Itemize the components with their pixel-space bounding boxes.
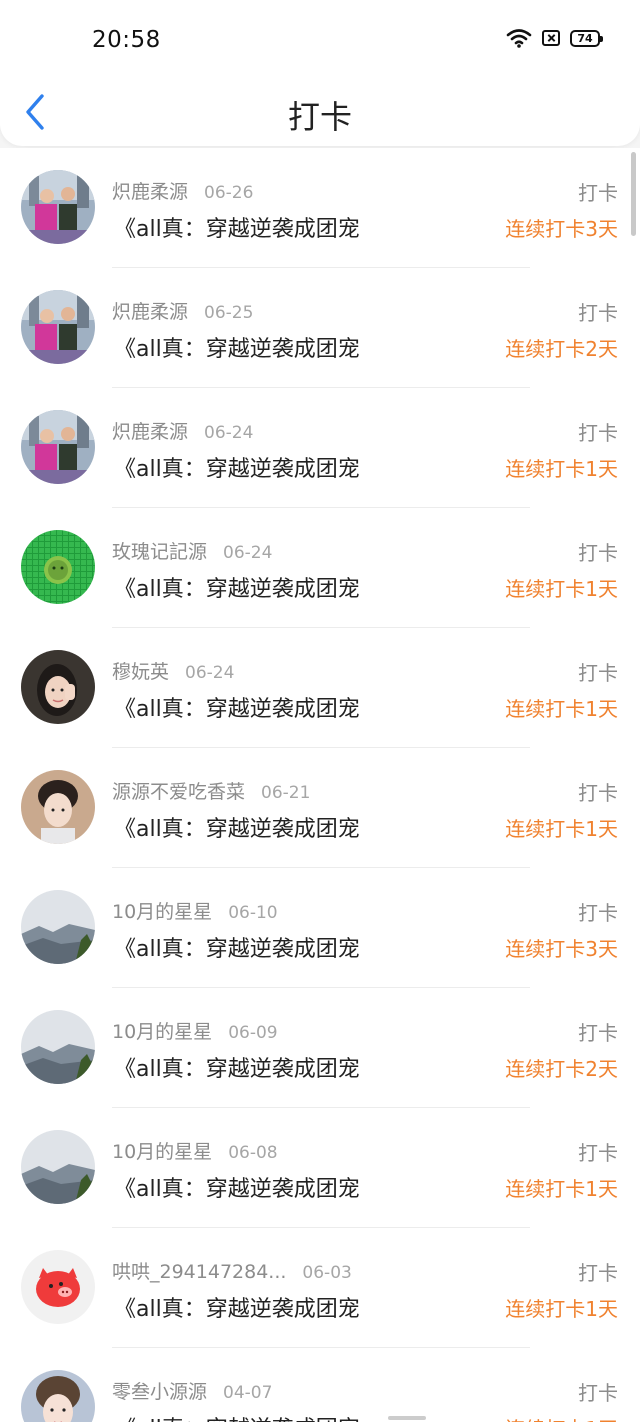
user-name-text: 玫瑰记記源 <box>112 541 208 563</box>
book-title[interactable]: 《all真：穿越逆袭成团宠 <box>114 1291 360 1323</box>
streak-label: 连续打卡1天 <box>505 1413 618 1422</box>
book-title[interactable]: 《all真：穿越逆袭成团宠 <box>114 331 360 363</box>
user-name: 炽鹿柔源 06-24 <box>112 417 253 444</box>
avatar[interactable] <box>21 1010 95 1084</box>
book-title[interactable]: 《all真：穿越逆袭成团宠 <box>114 1171 360 1203</box>
action-label: 打卡 <box>578 421 618 445</box>
list-item[interactable]: 10月的星星 06-08 《all真：穿越逆袭成团宠 打卡 连续打卡1天 <box>0 1108 640 1228</box>
streak-label: 连续打卡2天 <box>505 337 618 361</box>
action-label: 打卡 <box>578 301 618 325</box>
avatar[interactable] <box>21 1370 95 1422</box>
book-title[interactable]: 《all真：穿越逆袭成团宠 <box>114 571 360 603</box>
streak-label: 连续打卡1天 <box>505 697 618 721</box>
book-title[interactable]: 《all真：穿越逆袭成团宠 <box>114 811 360 843</box>
status-time: 20:58 <box>92 27 161 53</box>
action-label: 打卡 <box>578 181 618 205</box>
list-item[interactable]: 源源不爱吃香菜 06-21 《all真：穿越逆袭成团宠 打卡 连续打卡1天 <box>0 748 640 868</box>
avatar[interactable] <box>21 530 95 604</box>
page-title: 打卡 <box>287 98 352 136</box>
book-title[interactable]: 《all真：穿越逆袭成团宠 <box>114 931 360 963</box>
user-name: 10月的星星 06-08 <box>112 1137 278 1164</box>
checkin-date: 06-09 <box>228 1023 278 1043</box>
user-name: 哄哄_294147284... 06-03 <box>112 1257 352 1284</box>
checkin-date: 06-24 <box>204 423 254 443</box>
list-item[interactable]: 炽鹿柔源 06-24 《all真：穿越逆袭成团宠 打卡 连续打卡1天 <box>0 388 640 508</box>
avatar[interactable] <box>21 290 95 364</box>
checkin-date: 06-24 <box>185 663 235 683</box>
battery-icon: 74 <box>570 29 603 47</box>
streak-label: 连续打卡1天 <box>505 1297 618 1321</box>
home-indicator[interactable] <box>388 1416 426 1420</box>
book-title[interactable]: 《all真：穿越逆袭成团宠 <box>114 1411 360 1422</box>
user-name: 10月的星星 06-10 <box>112 897 278 924</box>
checkin-date: 06-25 <box>204 303 254 323</box>
avatar[interactable] <box>21 650 95 724</box>
user-name: 零叁小源源 04-07 <box>112 1377 272 1404</box>
book-title[interactable]: 《all真：穿越逆袭成团宠 <box>114 691 360 723</box>
user-name-text: 源源不爱吃香菜 <box>112 781 246 803</box>
action-label: 打卡 <box>578 1261 618 1285</box>
list-item[interactable]: 穆妧英 06-24 《all真：穿越逆袭成团宠 打卡 连续打卡1天 <box>0 628 640 748</box>
user-name-text: 哄哄_294147284... <box>112 1261 287 1283</box>
user-name: 炽鹿柔源 06-25 <box>112 297 253 324</box>
action-label: 打卡 <box>578 1021 618 1045</box>
avatar[interactable] <box>21 170 95 244</box>
checkin-date: 06-03 <box>302 1263 352 1283</box>
user-name-text: 炽鹿柔源 <box>112 301 189 323</box>
user-name: 源源不爱吃香菜 06-21 <box>112 777 310 804</box>
streak-label: 连续打卡1天 <box>505 577 618 601</box>
checkin-date: 06-26 <box>204 183 254 203</box>
checkin-date: 06-10 <box>228 903 278 923</box>
no-sim-icon <box>542 30 560 46</box>
book-title[interactable]: 《all真：穿越逆袭成团宠 <box>114 451 360 483</box>
action-label: 打卡 <box>578 661 618 685</box>
list-item[interactable]: 10月的星星 06-09 《all真：穿越逆袭成团宠 打卡 连续打卡2天 <box>0 988 640 1108</box>
avatar[interactable] <box>21 770 95 844</box>
list-item[interactable]: 零叁小源源 04-07 《all真：穿越逆袭成团宠 打卡 连续打卡1天 <box>0 1348 640 1422</box>
checkin-date: 06-08 <box>228 1143 278 1163</box>
checkin-date: 06-24 <box>223 543 273 563</box>
user-name: 玫瑰记記源 06-24 <box>112 537 272 564</box>
list-item[interactable]: 哄哄_294147284... 06-03 《all真：穿越逆袭成团宠 打卡 连续… <box>0 1228 640 1348</box>
checkin-date: 06-21 <box>261 783 311 803</box>
action-label: 打卡 <box>578 1141 618 1165</box>
streak-label: 连续打卡2天 <box>505 1057 618 1081</box>
list-item[interactable]: 10月的星星 06-10 《all真：穿越逆袭成团宠 打卡 连续打卡3天 <box>0 868 640 988</box>
avatar[interactable] <box>21 1130 95 1204</box>
action-label: 打卡 <box>578 1381 618 1405</box>
checkin-list[interactable]: 炽鹿柔源 06-26 《all真：穿越逆袭成团宠 打卡 连续打卡3天 炽鹿柔源 06… <box>0 148 640 1422</box>
streak-label: 连续打卡1天 <box>505 457 618 481</box>
user-name-text: 10月的星星 <box>112 1021 213 1043</box>
avatar[interactable] <box>21 410 95 484</box>
status-icons: 74 <box>506 28 603 48</box>
user-name: 穆妧英 06-24 <box>112 657 234 684</box>
streak-label: 连续打卡3天 <box>505 217 618 241</box>
battery-level: 74 <box>577 31 593 45</box>
list-item[interactable]: 炽鹿柔源 06-25 《all真：穿越逆袭成团宠 打卡 连续打卡2天 <box>0 268 640 388</box>
user-name-text: 穆妧英 <box>112 661 170 683</box>
user-name: 10月的星星 06-09 <box>112 1017 278 1044</box>
streak-label: 连续打卡3天 <box>505 937 618 961</box>
user-name-text: 10月的星星 <box>112 901 213 923</box>
avatar[interactable] <box>21 890 95 964</box>
checkin-date: 04-07 <box>223 1383 273 1403</box>
user-name-text: 零叁小源源 <box>112 1381 208 1403</box>
user-name-text: 炽鹿柔源 <box>112 181 189 203</box>
action-label: 打卡 <box>578 541 618 565</box>
action-label: 打卡 <box>578 781 618 805</box>
wifi-icon <box>506 29 532 48</box>
action-label: 打卡 <box>578 901 618 925</box>
avatar[interactable] <box>21 1250 95 1324</box>
book-title[interactable]: 《all真：穿越逆袭成团宠 <box>114 211 360 243</box>
user-name: 炽鹿柔源 06-26 <box>112 177 253 204</box>
scrollbar[interactable] <box>631 152 636 236</box>
user-name-text: 炽鹿柔源 <box>112 421 189 443</box>
user-name-text: 10月的星星 <box>112 1141 213 1163</box>
list-item[interactable]: 炽鹿柔源 06-26 《all真：穿越逆袭成团宠 打卡 连续打卡3天 <box>0 148 640 268</box>
streak-label: 连续打卡1天 <box>505 817 618 841</box>
list-item[interactable]: 玫瑰记記源 06-24 《all真：穿越逆袭成团宠 打卡 连续打卡1天 <box>0 508 640 628</box>
book-title[interactable]: 《all真：穿越逆袭成团宠 <box>114 1051 360 1083</box>
streak-label: 连续打卡1天 <box>505 1177 618 1201</box>
top-bar: 20:58 74 打卡 <box>0 0 640 146</box>
